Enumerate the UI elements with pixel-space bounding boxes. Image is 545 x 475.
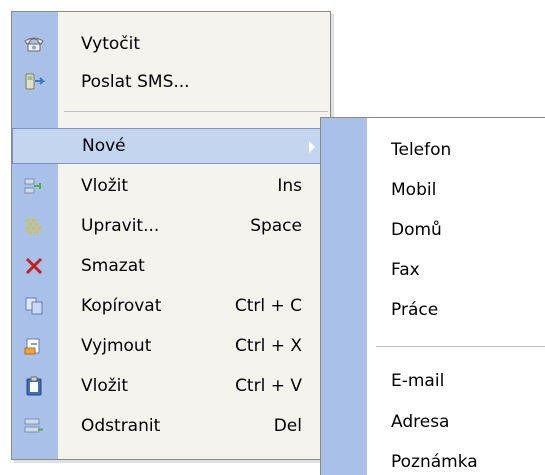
submenu-item-label: Adresa: [391, 412, 450, 432]
menu-item-cut[interactable]: Vyjmout Ctrl + X: [12, 328, 330, 364]
menu-item-label: Vyjmout: [81, 336, 152, 356]
menu-item-delete[interactable]: Smazat: [12, 248, 330, 284]
menu-item-shortcut: Ctrl + X: [235, 336, 302, 356]
menu-item-label: Vytočit: [81, 34, 141, 54]
menu-item-copy[interactable]: Kopírovat Ctrl + C: [12, 288, 330, 324]
menu-item-label: Kopírovat: [81, 296, 162, 316]
submenu-item-label: Poznámka: [391, 452, 478, 472]
delete-icon: [23, 256, 45, 276]
submenu-item-email[interactable]: E-mail: [321, 361, 545, 401]
submenu-item-home[interactable]: Domů: [321, 210, 545, 250]
menu-item-shortcut: Space: [250, 216, 302, 236]
submenu-item-label: Práce: [391, 300, 439, 320]
menu-item-label: Poslat SMS...: [81, 72, 190, 92]
menu-item-dial[interactable]: Vytočit: [12, 26, 330, 62]
remove-icon: [23, 416, 45, 436]
submenu-item-label: Fax: [391, 260, 420, 280]
submenu-new: Telefon Mobil Domů Fax Práce E-mail Adre…: [320, 117, 545, 475]
menu-item-shortcut: Ctrl + C: [234, 296, 302, 316]
menu-item-shortcut: Ctrl + V: [235, 376, 302, 396]
menu-item-edit[interactable]: Upravit... Space: [12, 208, 330, 244]
menu-separator: [64, 111, 328, 112]
copy-icon: [23, 296, 45, 316]
sms-icon: [23, 72, 45, 92]
submenu-item-fax[interactable]: Fax: [321, 250, 545, 290]
submenu-separator: [376, 346, 545, 347]
submenu-item-note[interactable]: Poznámka: [321, 442, 545, 475]
menu-item-label: Upravit...: [81, 216, 160, 236]
menu-item-label: Odstranit: [81, 416, 161, 436]
menu-item-paste[interactable]: Vložit Ctrl + V: [12, 368, 330, 404]
submenu-item-mobile[interactable]: Mobil: [321, 170, 545, 210]
submenu-item-work[interactable]: Práce: [321, 290, 545, 330]
menu-item-label: Vložit: [81, 176, 129, 196]
menu-item-insert[interactable]: Vložit Ins: [12, 168, 330, 204]
submenu-item-address[interactable]: Adresa: [321, 402, 545, 442]
menu-item-label: Smazat: [81, 256, 145, 276]
submenu-arrow-icon: [309, 141, 315, 153]
menu-item-remove[interactable]: Odstranit Del: [12, 408, 330, 444]
menu-item-label: Vložit: [81, 376, 129, 396]
menu-item-send-sms[interactable]: Poslat SMS...: [12, 64, 330, 100]
menu-item-shortcut: Del: [273, 416, 302, 436]
submenu-item-label: Domů: [391, 220, 442, 240]
menu-item-shortcut: Ins: [277, 176, 302, 196]
context-menu: Vytočit Poslat SMS... Nové Vložit Ins Up…: [11, 11, 331, 460]
cut-icon: [23, 336, 45, 356]
menu-item-label: Nové: [82, 136, 126, 156]
insert-icon: [23, 176, 45, 196]
page: Vytočit Poslat SMS... Nové Vložit Ins Up…: [0, 0, 545, 475]
phone-icon: [23, 34, 45, 54]
edit-icon: [23, 216, 45, 236]
submenu-item-label: E-mail: [391, 371, 445, 391]
submenu-item-phone[interactable]: Telefon: [321, 130, 545, 170]
submenu-item-label: Mobil: [391, 180, 437, 200]
menu-item-new[interactable]: Nové: [12, 128, 330, 164]
submenu-item-label: Telefon: [391, 140, 452, 160]
paste-icon: [23, 376, 45, 396]
